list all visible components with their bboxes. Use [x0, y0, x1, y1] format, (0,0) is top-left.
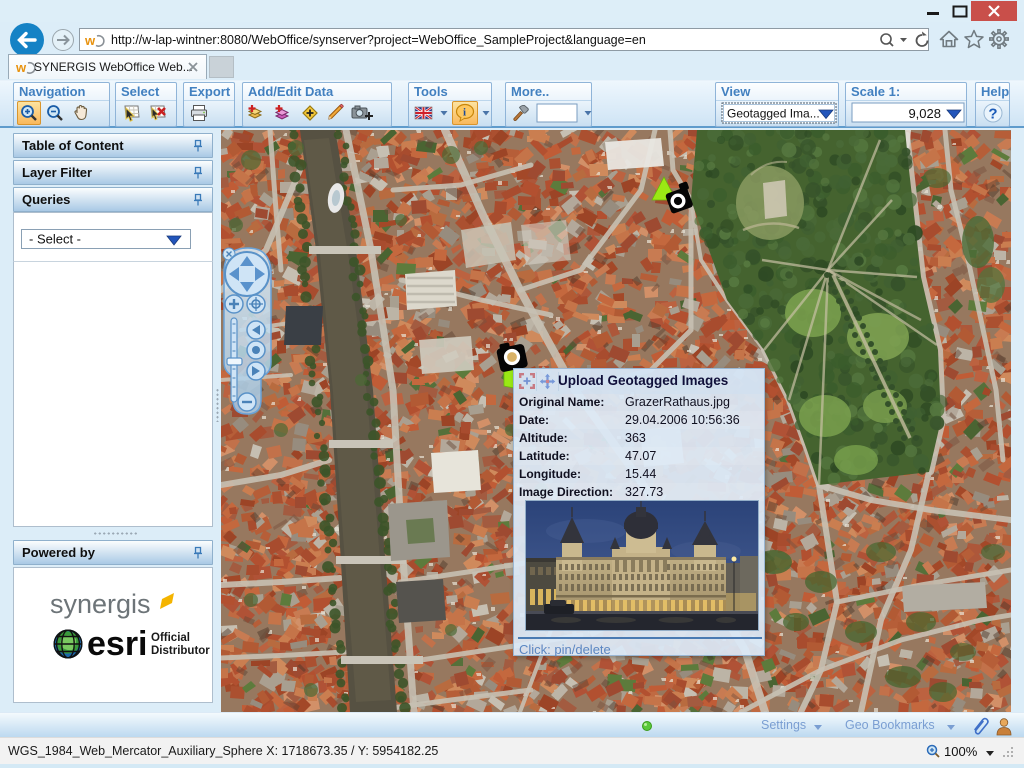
- svg-text:w: w: [16, 60, 27, 75]
- svg-text:Distributor: Distributor: [151, 645, 210, 657]
- svg-text:Geotagged Ima...: Geotagged Ima...: [727, 107, 820, 121]
- svg-text:- Select -: - Select -: [29, 232, 81, 247]
- svg-text:9,028: 9,028: [908, 106, 941, 121]
- svg-text:w: w: [85, 33, 96, 48]
- svg-text:i: i: [463, 107, 466, 119]
- svg-text:Official: Official: [151, 632, 190, 644]
- svg-text:?: ?: [988, 106, 997, 123]
- svg-text:synergis: synergis: [50, 589, 151, 619]
- svg-text:esri: esri: [87, 625, 148, 663]
